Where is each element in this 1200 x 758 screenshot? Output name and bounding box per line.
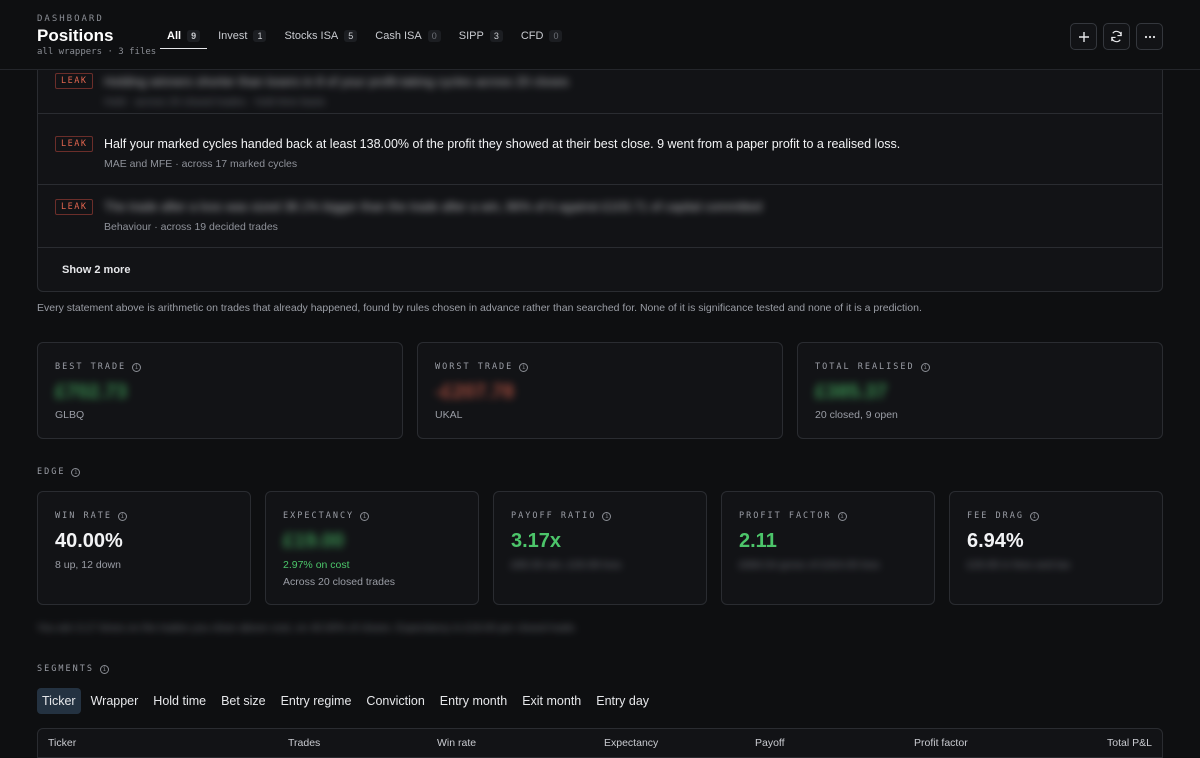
- fee-drag-card: FEE DRAG i 6.94% £26.95 in fees and tax: [949, 491, 1163, 605]
- segment-tab-ticker[interactable]: Ticker: [37, 688, 81, 714]
- column-header-ticker[interactable]: Ticker: [48, 737, 76, 749]
- tab-cash-isa[interactable]: Cash ISA 0: [368, 24, 447, 48]
- card-label: FEE DRAG i: [967, 511, 1039, 521]
- card-sub: £26.95 in fees and tax: [967, 559, 1071, 571]
- edge-footnote: You win 3.17 times on the trades you clo…: [37, 622, 578, 634]
- page-subtitle: all wrappers · 3 files: [37, 47, 157, 57]
- column-header-payoff[interactable]: Payoff: [755, 737, 785, 749]
- finding-text: Half your marked cycles handed back at l…: [104, 137, 901, 151]
- finding-meta: Hold · across 20 closed trades · hold ti…: [104, 96, 326, 108]
- info-icon[interactable]: i: [132, 362, 142, 372]
- column-header-total-pnl[interactable]: Total P&L: [1107, 737, 1152, 749]
- info-icon[interactable]: i: [920, 362, 930, 372]
- info-icon[interactable]: i: [519, 362, 529, 372]
- tab-cfd[interactable]: CFD 0: [514, 24, 570, 48]
- card-sub: £85.56 win, £26.99 loss: [511, 559, 622, 571]
- column-header-profit-factor[interactable]: Profit factor: [914, 737, 968, 749]
- card-value: £19.00: [283, 530, 345, 552]
- card-label: BEST TRADE i: [55, 362, 142, 372]
- card-value: -£207.78: [435, 381, 514, 403]
- info-icon[interactable]: i: [360, 511, 370, 521]
- segment-tab-wrapper[interactable]: Wrapper: [86, 688, 144, 714]
- info-icon[interactable]: i: [837, 511, 847, 521]
- finding-meta: Behaviour · across 19 decided trades: [104, 221, 278, 233]
- card-value: 6.94%: [967, 530, 1024, 552]
- card-value: 40.00%: [55, 530, 123, 552]
- column-header-expectancy[interactable]: Expectancy: [604, 737, 658, 749]
- card-sub: GLBQ: [55, 409, 85, 421]
- card-sub: £684.54 gross of £324.00 loss: [739, 559, 880, 571]
- segment-tab-exit-month[interactable]: Exit month: [517, 688, 586, 714]
- segment-tab-bet-size[interactable]: Bet size: [216, 688, 270, 714]
- info-icon[interactable]: i: [602, 511, 612, 521]
- expectancy-card: EXPECTANCY i £19.00 2.97% on cost Across …: [265, 491, 479, 605]
- wrapper-tabs: All 9 Invest 1 Stocks ISA 5 Cash ISA 0 SIPP 3…: [160, 24, 573, 49]
- info-icon[interactable]: i: [117, 511, 127, 521]
- finding-meta: MAE and MFE · across 17 marked cycles: [104, 158, 298, 170]
- disclaimer-text: Every statement above is arithmetic on t…: [37, 302, 922, 314]
- total-realised-card: TOTAL REALISED i £385.37 20 closed, 9 ope…: [797, 342, 1163, 439]
- finding-text: The trade after a loss was sized 38.1% b…: [104, 200, 763, 214]
- eyebrow: DASHBOARD: [37, 14, 104, 24]
- segment-tabs: Ticker Wrapper Hold time Bet size Entry …: [37, 688, 659, 714]
- worst-trade-card: WORST TRADE i -£207.78 UKAL: [417, 342, 783, 439]
- tab-invest[interactable]: Invest 1: [211, 24, 273, 48]
- win-rate-card: WIN RATE i 40.00% 8 up, 12 down: [37, 491, 251, 605]
- card-label: PAYOFF RATIO i: [511, 511, 612, 521]
- segment-tab-entry-month[interactable]: Entry month: [435, 688, 512, 714]
- payoff-ratio-card: PAYOFF RATIO i 3.17x £85.56 win, £26.99 l…: [493, 491, 707, 605]
- add-button[interactable]: [1070, 23, 1097, 50]
- segment-tab-entry-day[interactable]: Entry day: [591, 688, 654, 714]
- more-horizontal-icon: [1144, 35, 1155, 38]
- card-sub: 20 closed, 9 open: [815, 409, 898, 421]
- tab-stocks-isa[interactable]: Stocks ISA 5: [277, 24, 364, 48]
- card-value: £702.73: [55, 381, 128, 403]
- card-label: WORST TRADE i: [435, 362, 529, 372]
- column-header-trades[interactable]: Trades: [288, 737, 320, 749]
- card-value: 2.11: [739, 530, 777, 552]
- leak-badge: LEAK: [55, 136, 94, 152]
- header-actions: [1070, 23, 1163, 50]
- card-label: PROFIT FACTOR i: [739, 511, 847, 521]
- segment-tab-hold-time[interactable]: Hold time: [148, 688, 211, 714]
- refresh-button[interactable]: [1103, 23, 1130, 50]
- column-header-win-rate[interactable]: Win rate: [437, 737, 476, 749]
- finding-item: LEAK The trade after a loss was sized 38…: [38, 185, 1162, 248]
- best-trade-card: BEST TRADE i £702.73 GLBQ: [37, 342, 403, 439]
- refresh-icon: [1111, 30, 1122, 43]
- card-sub: 2.97% on cost: [283, 559, 350, 571]
- card-sub-secondary: Across 20 closed trades: [283, 576, 396, 588]
- card-value: 3.17x: [511, 530, 562, 552]
- profit-factor-card: PROFIT FACTOR i 2.11 £684.54 gross of £32…: [721, 491, 935, 605]
- card-sub: UKAL: [435, 409, 463, 421]
- more-button[interactable]: [1136, 23, 1163, 50]
- card-value: £385.37: [815, 381, 888, 403]
- page-header: DASHBOARD Positions all wrappers · 3 fil…: [0, 0, 1200, 70]
- leak-badge: LEAK: [55, 73, 94, 89]
- tab-all[interactable]: All 9: [160, 24, 208, 49]
- finding-item: LEAK Half your marked cycles handed back…: [38, 122, 1162, 185]
- card-label: WIN RATE i: [55, 511, 127, 521]
- segments-section-label: SEGMENTS i: [37, 664, 109, 674]
- finding-text: Holding winners shorter than losers in 8…: [104, 75, 569, 89]
- info-icon[interactable]: i: [1029, 511, 1039, 521]
- info-icon[interactable]: i: [99, 664, 109, 674]
- segment-tab-conviction[interactable]: Conviction: [361, 688, 429, 714]
- info-icon[interactable]: i: [71, 467, 81, 477]
- segment-tab-entry-regime[interactable]: Entry regime: [276, 688, 357, 714]
- card-label: EXPECTANCY i: [283, 511, 370, 521]
- card-label: TOTAL REALISED i: [815, 362, 930, 372]
- card-sub: 8 up, 12 down: [55, 559, 121, 571]
- show-more-button[interactable]: Show 2 more: [62, 264, 130, 276]
- segments-table-header: Ticker Trades Win rate Expectancy Payoff…: [37, 728, 1163, 758]
- findings-panel: LEAK Holding winners shorter than losers…: [37, 50, 1163, 292]
- plus-icon: [1078, 31, 1089, 42]
- leak-badge: LEAK: [55, 199, 94, 215]
- page-title: Positions: [37, 26, 114, 45]
- edge-section-label: EDGE i: [37, 467, 81, 477]
- tab-sipp[interactable]: SIPP 3: [452, 24, 510, 48]
